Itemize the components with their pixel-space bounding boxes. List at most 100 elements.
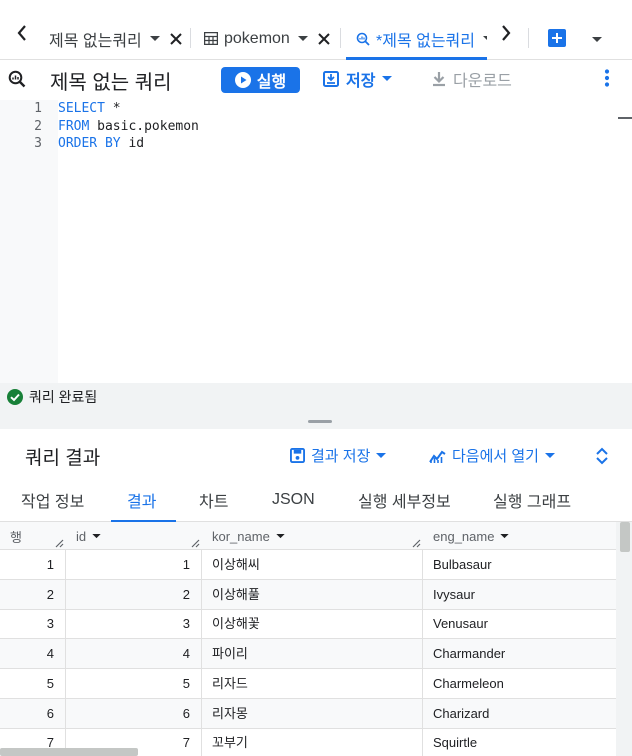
drag-handle-icon[interactable] bbox=[308, 420, 332, 423]
kor-name-cell[interactable]: 꼬부기 bbox=[212, 728, 248, 756]
save-query-button[interactable]: 저장 bbox=[323, 67, 393, 91]
code-line[interactable]: 3 ORDER BY id bbox=[0, 135, 632, 153]
kor-name-cell[interactable]: 리자드 bbox=[212, 669, 248, 699]
tab-chart[interactable]: 차트 bbox=[199, 477, 228, 522]
tab-execution-details[interactable]: 실행 세부정보 bbox=[358, 477, 451, 522]
save-results-button[interactable]: 결과 저장 bbox=[290, 445, 387, 466]
scroll-tabs-right-button[interactable] bbox=[496, 22, 516, 44]
table-row[interactable]: 1 1 이상해씨 Bulbasaur bbox=[0, 550, 616, 580]
tab-pokemon-table[interactable]: pokemon bbox=[204, 17, 330, 60]
query-title[interactable]: 제목 없는 쿼리 bbox=[50, 66, 172, 95]
run-query-button[interactable]: 실행 bbox=[221, 67, 300, 93]
column-menu-caret-icon[interactable] bbox=[92, 533, 101, 539]
column-resize-handle-icon[interactable] bbox=[55, 539, 64, 548]
column-menu-caret-icon[interactable] bbox=[500, 533, 510, 539]
vertical-scrollbar-thumb[interactable] bbox=[620, 522, 630, 552]
query-toolbar: 제목 없는 쿼리 bbox=[0, 60, 632, 100]
expand-results-button[interactable] bbox=[595, 446, 609, 471]
code-line[interactable]: 1 SELECT * bbox=[0, 100, 632, 118]
tab-menu-caret-icon[interactable] bbox=[149, 35, 160, 42]
more-vert-icon bbox=[604, 69, 610, 87]
tab-label: 제목 없는쿼리 bbox=[49, 32, 142, 50]
query-status-bar: 쿼리 완료됨 bbox=[0, 383, 632, 411]
kor-name-cell[interactable]: 파이리 bbox=[212, 639, 248, 669]
vertical-scrollbar[interactable] bbox=[616, 522, 632, 756]
table-row[interactable]: 6 6 리자몽 Charizard bbox=[0, 698, 616, 729]
sql-keyword: ORDER BY bbox=[58, 136, 121, 151]
tab-untitled-query-1[interactable]: 제목 없는쿼리 bbox=[49, 17, 182, 60]
column-label: 행 bbox=[10, 529, 22, 545]
code-line[interactable]: 2 FROM basic.pokemon bbox=[0, 118, 632, 136]
column-resize-handle-icon[interactable] bbox=[191, 539, 200, 548]
table-row[interactable]: 5 5 리자드 Charmeleon bbox=[0, 669, 616, 699]
horizontal-scrollbar-thumb[interactable] bbox=[0, 748, 138, 756]
eng-name-cell[interactable]: Charmander bbox=[433, 639, 505, 669]
query-icon bbox=[8, 70, 26, 93]
row-number-cell[interactable]: 4 bbox=[0, 639, 54, 669]
eng-name-cell[interactable]: Charizard bbox=[433, 699, 489, 729]
tab-menu-caret-icon[interactable] bbox=[483, 35, 487, 42]
id-cell[interactable]: 5 bbox=[66, 669, 190, 699]
kor-name-cell[interactable]: 이상해꽃 bbox=[212, 609, 260, 639]
id-cell[interactable]: 6 bbox=[66, 699, 190, 729]
tab-json[interactable]: JSON bbox=[272, 477, 315, 522]
id-cell[interactable]: 3 bbox=[66, 609, 190, 639]
kor-name-cell[interactable]: 이상해씨 bbox=[212, 550, 260, 580]
table-row[interactable]: 2 2 이상해풀 Ivysaur bbox=[0, 579, 616, 610]
results-table: 행 id kor_name eng_name 1 1 이상해씨 Bulbasaur 2 2… bbox=[0, 522, 616, 756]
table-row[interactable]: 3 3 이상해꽃 Venusaur bbox=[0, 609, 616, 640]
column-header-kor-name[interactable]: kor_name bbox=[212, 522, 285, 550]
column-menu-caret-icon[interactable] bbox=[276, 533, 285, 539]
column-header-id[interactable]: id bbox=[76, 522, 101, 550]
id-cell[interactable]: 2 bbox=[66, 580, 190, 610]
scroll-tabs-left-button[interactable] bbox=[12, 22, 32, 44]
sql-editor[interactable]: 1 SELECT * 2 FROM basic.pokemon 3 ORDER BY id bbox=[0, 100, 632, 383]
kor-name-cell[interactable]: 이상해풀 bbox=[212, 580, 260, 610]
tab-untitled-query-active[interactable]: *제목 없는쿼리 bbox=[346, 17, 487, 60]
kor-name-cell[interactable]: 리자몽 bbox=[212, 699, 248, 729]
id-cell[interactable]: 1 bbox=[66, 550, 190, 580]
eng-name-cell[interactable]: Squirtle bbox=[433, 728, 477, 756]
save-icon bbox=[323, 71, 339, 87]
column-header-row-number: 행 bbox=[10, 522, 22, 550]
eng-name-cell[interactable]: Ivysaur bbox=[433, 580, 475, 610]
save-icon bbox=[290, 448, 305, 463]
line-number: 2 bbox=[34, 118, 42, 134]
panel-resize-handle[interactable] bbox=[0, 411, 632, 429]
play-icon bbox=[234, 72, 251, 88]
row-number-cell[interactable]: 6 bbox=[0, 699, 54, 729]
eng-name-cell[interactable]: Bulbasaur bbox=[433, 550, 492, 580]
code-text: ORDER BY id bbox=[58, 135, 144, 153]
close-tab-icon[interactable] bbox=[318, 32, 330, 45]
row-number-cell[interactable]: 1 bbox=[0, 550, 54, 580]
row-number-cell[interactable]: 5 bbox=[0, 669, 54, 699]
sql-text: basic.pokemon bbox=[89, 118, 199, 134]
more-options-button[interactable] bbox=[604, 69, 610, 92]
row-number-cell[interactable]: 2 bbox=[0, 580, 54, 610]
table-row[interactable]: 4 4 파이리 Charmander bbox=[0, 639, 616, 670]
download-button: 다운로드 bbox=[431, 67, 512, 91]
chart-icon bbox=[429, 450, 446, 463]
sql-text: * bbox=[104, 101, 121, 116]
column-divider bbox=[422, 550, 423, 756]
column-header-eng-name[interactable]: eng_name bbox=[433, 522, 510, 550]
column-resize-handle-icon[interactable] bbox=[412, 539, 421, 548]
table-body: 1 1 이상해씨 Bulbasaur 2 2 이상해풀 Ivysaur 3 3 이상해꽃 Venusa… bbox=[0, 550, 616, 756]
row-number-cell[interactable]: 3 bbox=[0, 609, 54, 639]
tab-job-info[interactable]: 작업 정보 bbox=[21, 477, 84, 522]
id-cell[interactable]: 4 bbox=[66, 639, 190, 669]
open-in-button[interactable]: 다음에서 열기 bbox=[429, 445, 555, 466]
more-tabs-menu-button[interactable] bbox=[592, 30, 602, 48]
tab-menu-caret-icon[interactable] bbox=[297, 35, 308, 42]
eng-name-cell[interactable]: Charmeleon bbox=[433, 669, 504, 699]
tab-label: pokemon bbox=[224, 29, 290, 47]
new-query-button[interactable] bbox=[548, 29, 566, 47]
code-text: SELECT * bbox=[58, 100, 121, 118]
tab-execution-graph[interactable]: 실행 그래프 bbox=[493, 477, 571, 522]
table-icon bbox=[204, 32, 218, 45]
tab-results[interactable]: 결과 bbox=[110, 477, 178, 523]
editor-overview-ruler bbox=[618, 117, 632, 119]
eng-name-cell[interactable]: Venusaur bbox=[433, 609, 488, 639]
close-tab-icon[interactable] bbox=[170, 32, 182, 45]
column-label: kor_name bbox=[212, 528, 270, 544]
